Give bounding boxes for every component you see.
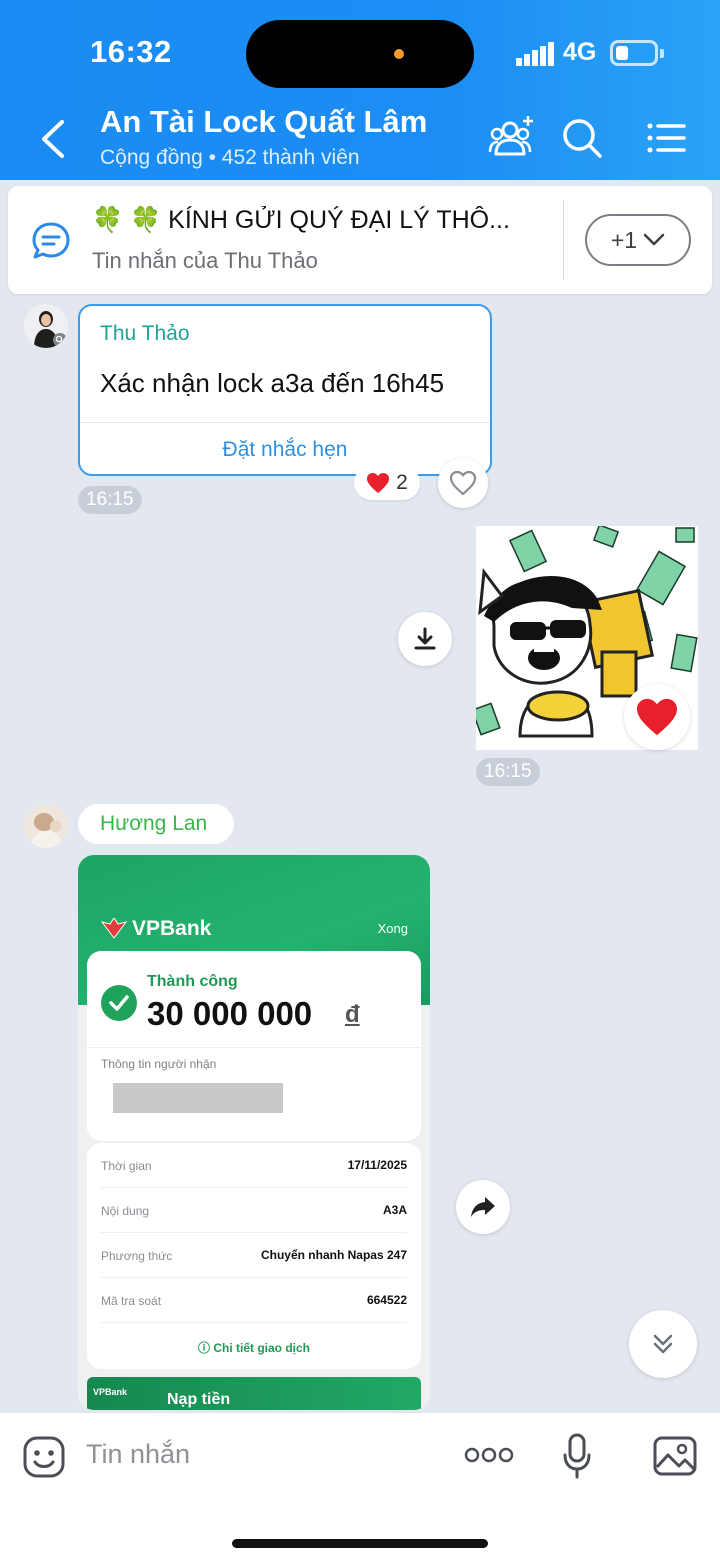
message-time: 16:15 (476, 758, 540, 786)
network-type: 4G (563, 38, 597, 66)
divider (87, 1047, 421, 1048)
receipt-summary: Thành công 30 000 000 đ Thông tin người … (87, 951, 421, 1141)
promo-banner: VPBank Nạp tiền (87, 1377, 421, 1410)
vpbank-logo: VPBank (100, 917, 211, 941)
currency-symbol: đ (345, 1001, 360, 1028)
chat-header: 16:32 4G An Tài Lock Quất Lâm Cộng đồng … (0, 0, 720, 180)
avatar-huong-lan[interactable] (24, 804, 68, 848)
scroll-to-bottom-button[interactable] (629, 1310, 697, 1378)
microphone-icon[interactable] (562, 1433, 592, 1479)
pinned-message-title: 🍀 🍀 KÍNH GỬI QUÝ ĐẠI LÝ THÔ... (92, 206, 510, 234)
message-composer: Tin nhắn (0, 1412, 720, 1561)
group-subtitle[interactable]: Cộng đồng • 452 thành viên (100, 146, 360, 170)
message-text: Xác nhận lock a3a đến 16h45 (100, 368, 445, 398)
pinned-message-sender: Tin nhắn của Thu Thảo (92, 248, 318, 273)
reaction-summary[interactable]: 2 (354, 466, 420, 500)
pinned-message-bar[interactable]: 🍀 🍀 KÍNH GỬI QUÝ ĐẠI LÝ THÔ... Tin nhắn … (8, 186, 712, 294)
double-chevron-down-icon (653, 1334, 673, 1354)
divider (563, 200, 564, 280)
heart-reaction-icon (637, 698, 677, 736)
signal-icon (516, 42, 554, 66)
react-button[interactable] (438, 458, 488, 508)
group-title[interactable]: An Tài Lock Quất Lâm (100, 104, 427, 140)
recipient-label: Thông tin người nhận (101, 1057, 217, 1071)
transfer-amount: 30 000 000 (147, 995, 313, 1032)
heart-outline-icon (449, 470, 477, 496)
detail-row: Phương thức Chuyển nhanh Napas 247 (101, 1233, 407, 1278)
receipt-details: Thời gian 17/11/2025 Nội dung A3A Phương t… (87, 1143, 421, 1369)
image-gallery-icon[interactable] (652, 1435, 698, 1477)
heart-reaction-icon (367, 473, 390, 493)
check-circle-icon (101, 985, 137, 1021)
set-reminder-button[interactable]: Đặt nhắc hẹn (80, 438, 490, 462)
message-input[interactable]: Tin nhắn (86, 1439, 190, 1470)
sender-name[interactable]: Thu Thảo (100, 322, 190, 346)
chevron-down-icon (643, 233, 665, 246)
detail-row: Mã tra soát 664522 (101, 1278, 407, 1323)
forward-button[interactable] (456, 1180, 510, 1234)
sender-name[interactable]: Hương Lan (78, 804, 234, 844)
redacted-recipient (113, 1083, 283, 1113)
add-member-icon[interactable] (488, 114, 536, 162)
transfer-receipt-image[interactable]: VPBank Xong Thành công 30 000 000 đ Thôn… (78, 855, 430, 1410)
more-pinned-button[interactable]: +1 (585, 214, 691, 266)
detail-row: Nội dung A3A (101, 1188, 407, 1233)
camera-indicator (394, 49, 404, 59)
message-time: 16:15 (78, 486, 142, 514)
transaction-detail-link: ⓘ Chi tiết giao dịch (197, 1341, 310, 1355)
reaction-count: 2 (396, 471, 408, 494)
battery-icon (610, 40, 664, 66)
download-icon (414, 627, 436, 650)
divider (80, 422, 490, 423)
menu-list-icon[interactable] (642, 114, 690, 162)
back-arrow-icon[interactable] (34, 116, 74, 162)
forward-icon (471, 1197, 495, 1217)
message-card[interactable]: Thu Thảo Xác nhận lock a3a đến 16h45 Đặt… (78, 304, 492, 476)
done-label: Xong (377, 921, 408, 936)
home-indicator (232, 1539, 488, 1548)
transfer-status: Thành công (147, 973, 238, 990)
sticker-reaction[interactable] (624, 684, 690, 750)
vpbank-logo-icon (100, 918, 128, 939)
dynamic-island (246, 20, 474, 88)
emoji-icon[interactable] (22, 1435, 66, 1479)
more-pinned-count: +1 (610, 226, 638, 253)
avatar-thu-thao[interactable] (24, 304, 68, 348)
search-icon[interactable] (558, 114, 606, 162)
more-options-icon[interactable] (464, 1445, 514, 1465)
detail-row: Thời gian 17/11/2025 (101, 1143, 407, 1188)
chat-bubble-icon (32, 222, 70, 259)
download-button[interactable] (398, 612, 452, 666)
status-time: 16:32 (90, 34, 172, 69)
